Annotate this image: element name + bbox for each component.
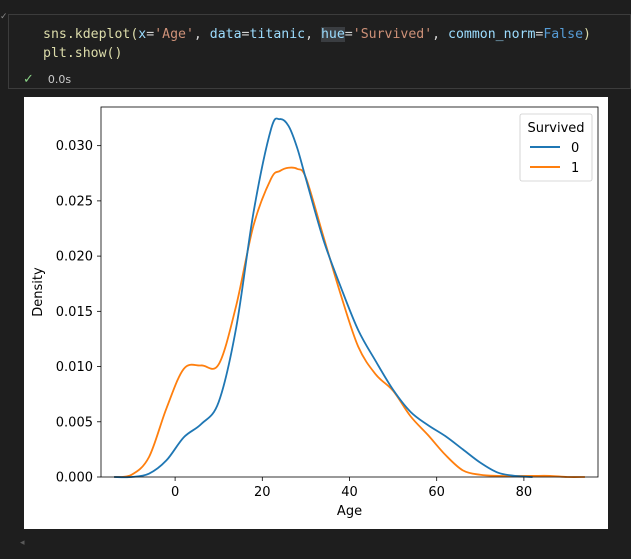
- code-editor[interactable]: sns.kdeplot(x='Age', data=titanic, hue='…: [43, 25, 591, 63]
- kde-line-survived-1: [113, 166, 585, 478]
- scroll-left-indicator[interactable]: ◂: [20, 538, 25, 548]
- code-data-val: titanic: [249, 27, 306, 42]
- plot-lines: [113, 117, 585, 479]
- y-axis-label: Density: [31, 267, 46, 317]
- execution-time: 0.0s: [47, 72, 72, 86]
- code-fn: sns.kdeplot(: [43, 27, 139, 42]
- x-tick-label: 80: [516, 485, 533, 500]
- code-norm-val: False: [543, 27, 584, 42]
- x-tick-label: 60: [428, 485, 445, 500]
- y-tick-label: 0.005: [56, 415, 93, 430]
- legend-label-1: 1: [571, 161, 579, 176]
- code-x-val: 'Age': [154, 27, 194, 42]
- x-axis: 0 20 40 60 80: [171, 477, 532, 500]
- cell-corner-mark: ✓: [0, 12, 8, 22]
- x-tick-label: 20: [254, 485, 271, 500]
- x-tick-label: 0: [171, 485, 179, 500]
- code-hue-val: 'Survived': [352, 27, 433, 42]
- y-tick-label: 0.015: [56, 305, 93, 320]
- kde-chart: 0.000 0.005 0.010 0.015 0.020 0.025 0.030 0 20 4…: [31, 106, 599, 519]
- code-data-kw: data: [209, 27, 242, 42]
- code-hue-kw: hue: [320, 27, 345, 42]
- check-icon: ✓: [23, 71, 34, 87]
- legend-title: Survived: [527, 121, 584, 136]
- code-norm-kw: common_norm: [448, 27, 536, 42]
- x-axis-label: Age: [337, 504, 362, 519]
- kde-line-survived-0: [114, 117, 533, 479]
- code-line-1: sns.kdeplot(x='Age', data=titanic, hue='…: [43, 27, 591, 42]
- legend: Survived 0 1: [519, 113, 593, 182]
- y-tick-label: 0.010: [56, 360, 93, 375]
- legend-label-0: 0: [571, 141, 579, 156]
- y-tick-label: 0.025: [56, 194, 93, 209]
- notebook-code-cell[interactable]: sns.kdeplot(x='Age', data=titanic, hue='…: [8, 14, 631, 89]
- y-tick-label: 0.030: [56, 139, 93, 154]
- cell-output: 0.000 0.005 0.010 0.015 0.020 0.025 0.030 0 20 4…: [24, 97, 608, 529]
- execution-status: ✓ 0.0s: [23, 71, 71, 87]
- y-tick-label: 0.020: [56, 250, 93, 265]
- code-line-2: plt.show(): [43, 46, 123, 61]
- y-tick-label: 0.000: [56, 471, 93, 486]
- x-tick-label: 40: [341, 485, 358, 500]
- y-axis: 0.000 0.005 0.010 0.015 0.020 0.025 0.030: [56, 139, 101, 486]
